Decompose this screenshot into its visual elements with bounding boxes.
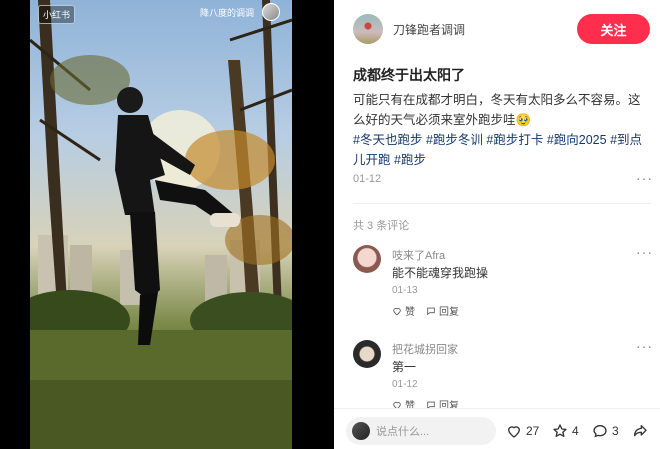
comment-input-placeholder: 说点什么... xyxy=(376,426,430,438)
engagement-bar: 说点什么... 27 4 3 xyxy=(334,408,660,449)
star-icon xyxy=(553,424,567,437)
like-stat[interactable]: 27 xyxy=(506,423,539,439)
note-photo[interactable] xyxy=(30,0,292,449)
photo-illustration xyxy=(30,0,292,449)
comment-stat[interactable]: 3 xyxy=(592,423,619,439)
hashtag[interactable]: #冬天也跑步 xyxy=(353,133,422,147)
comment-count: 共 3 条评论 xyxy=(353,220,410,232)
hashtag[interactable]: #跑步冬训 xyxy=(426,133,483,147)
note-body: 可能只有在成都才明白，冬天有太阳多么不容易。这么好的天气必须来室外跑步哇🥹 #冬… xyxy=(353,90,651,170)
comment-more-icon[interactable]: ··· xyxy=(636,338,653,354)
note-more-icon[interactable]: ··· xyxy=(636,170,653,186)
comment-avatar[interactable] xyxy=(353,340,381,368)
comment-text: 能不能魂穿我跑操 xyxy=(392,266,489,280)
collect-count: 4 xyxy=(572,424,579,438)
comment-date: 01-12 xyxy=(392,379,418,390)
comment-more-icon[interactable]: ··· xyxy=(636,244,653,260)
author-name[interactable]: 刀锋跑者调调 xyxy=(393,21,465,38)
video-avatar xyxy=(262,3,280,21)
comment-count-value: 3 xyxy=(612,424,619,438)
comment-avatar[interactable] xyxy=(353,245,381,273)
note-detail-panel: 刀锋跑者调调 关注 成都终于出太阳了 可能只有在成都才明白，冬天有太阳多么不容易… xyxy=(334,0,660,449)
note-title: 成都终于出太阳了 xyxy=(353,67,465,83)
like-label: 赞 xyxy=(405,307,415,318)
like-button[interactable]: 赞 xyxy=(392,303,415,318)
xiaohongshu-logo: 小红书 xyxy=(38,5,76,24)
hashtag[interactable]: #跑向2025 xyxy=(547,133,607,147)
media-pane[interactable]: 小红书 降八度的调调 xyxy=(0,0,334,449)
collect-stat[interactable]: 4 xyxy=(552,423,579,439)
divider xyxy=(353,203,651,204)
reply-label: 回复 xyxy=(439,307,459,318)
reply-icon xyxy=(427,307,435,315)
like-count: 27 xyxy=(526,424,540,438)
comment-date: 01-13 xyxy=(392,285,418,296)
hashtag[interactable]: #跑步 xyxy=(394,153,426,167)
share-icon xyxy=(634,425,647,437)
heart-icon xyxy=(393,307,401,315)
user-avatar xyxy=(352,422,370,440)
video-title: 降八度的调调 xyxy=(200,8,255,18)
follow-button[interactable]: 关注 xyxy=(577,14,650,44)
note-text: 可能只有在成都才明白，冬天有太阳多么不容易。这么好的天气必须来室外跑步哇🥹 xyxy=(353,93,641,127)
reply-button[interactable]: 回复 xyxy=(426,303,459,318)
share-button[interactable] xyxy=(632,423,648,439)
comment-author[interactable]: 吱来了Afra xyxy=(392,247,445,263)
comment-author[interactable]: 把花城拐回家 xyxy=(392,341,458,357)
note-date: 01-12 xyxy=(353,173,382,185)
comment-bubble-icon xyxy=(593,424,607,438)
hashtag[interactable]: #跑步打卡 xyxy=(486,133,543,147)
comment-input[interactable]: 说点什么... xyxy=(346,417,496,445)
heart-icon xyxy=(507,426,521,438)
author-avatar[interactable] xyxy=(353,14,383,44)
comment-text: 第一 xyxy=(392,360,417,374)
